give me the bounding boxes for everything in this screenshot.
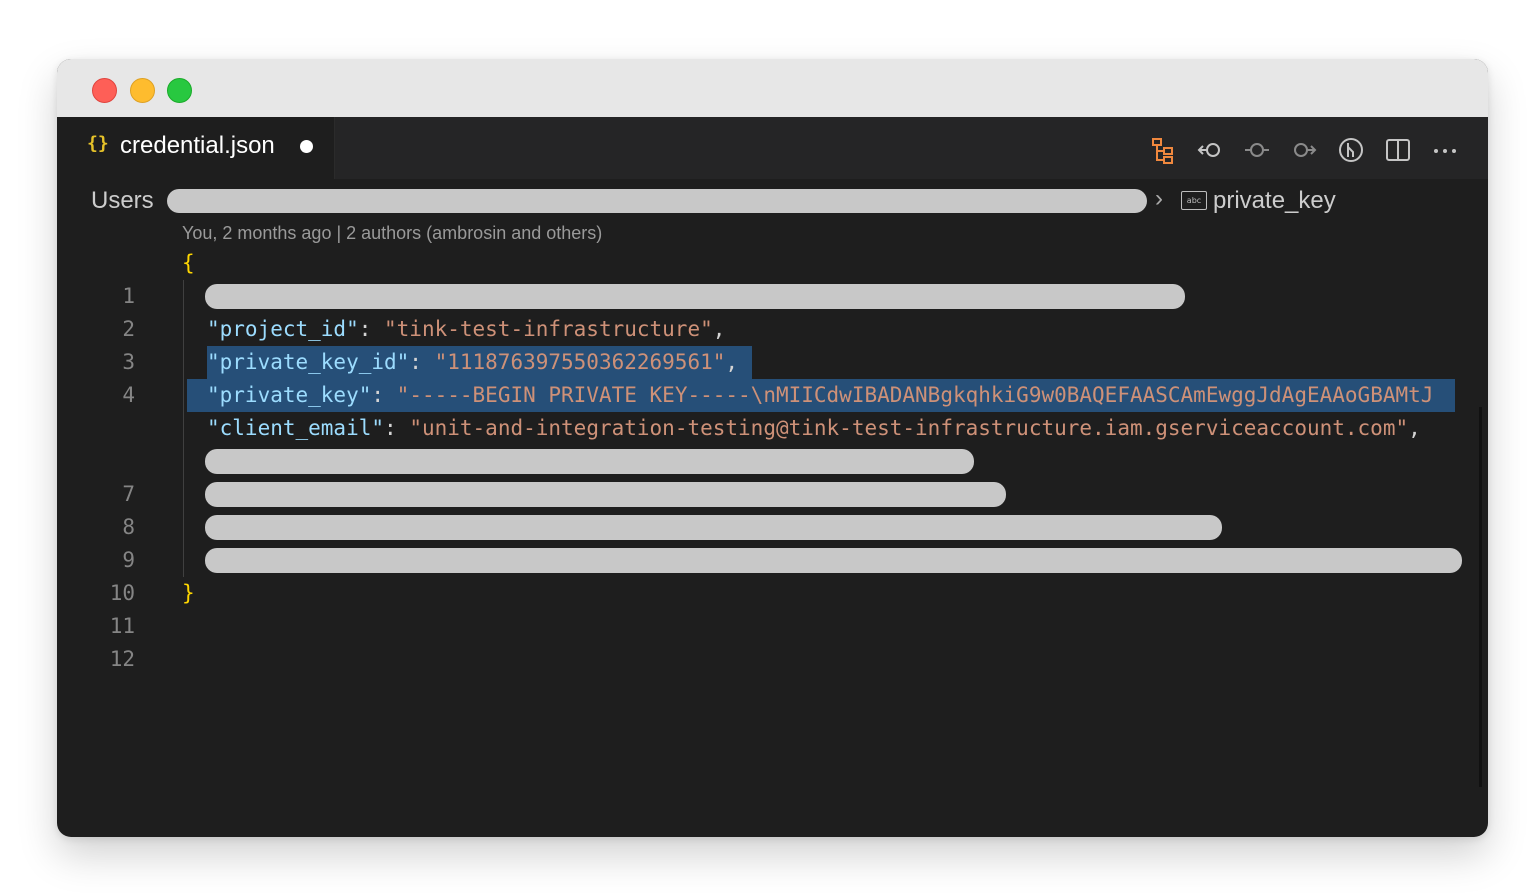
code-editor[interactable]: 1 { 2 3 "project_id": "tink-test-infrast… [57, 247, 1488, 837]
code-line-1[interactable]: 1 { [57, 247, 1488, 308]
go-back-change-icon[interactable] [1195, 135, 1225, 165]
code-line-5[interactable]: 5 "private_key": "-----BEGIN PRIVATE KEY… [57, 379, 1488, 412]
redacted-line [205, 548, 1462, 573]
string-field-icon: abc [1181, 191, 1207, 210]
code-line-12[interactable]: 12 [57, 610, 1488, 671]
code-line-2[interactable]: 2 [57, 280, 1488, 341]
unsaved-changes-dot-icon[interactable] [300, 140, 313, 153]
tab-credential-json[interactable]: {} credential.json [57, 117, 335, 179]
json-key: "private_key" [207, 383, 372, 407]
git-commit-icon[interactable] [1242, 135, 1272, 165]
redacted-line [205, 482, 1006, 507]
close-brace: } [182, 581, 195, 605]
code-line-7[interactable]: 7 [57, 445, 1488, 506]
code-line-11[interactable]: 11 } [57, 577, 1488, 638]
code-line-3[interactable]: 3 "project_id": "tink-test-infrastructur… [57, 313, 1488, 374]
json-key: "private_key_id" [207, 350, 410, 374]
tab-label: credential.json [120, 132, 275, 159]
ellipsis-icon[interactable] [1430, 135, 1460, 165]
editor-window: {} credential.json Users › abc private_k… [57, 59, 1488, 837]
tab-bar: {} credential.json [57, 117, 1488, 179]
zoom-window-button[interactable] [167, 78, 192, 103]
close-window-button[interactable] [92, 78, 117, 103]
breadcrumb: Users › abc private_key [57, 179, 1488, 223]
json-file-icon: {} [87, 133, 109, 154]
json-value: "unit-and-integration-testing@tink-test-… [409, 416, 1409, 440]
json-key: "project_id" [207, 317, 359, 341]
json-key: "client_email" [207, 416, 385, 440]
redacted-line [205, 449, 974, 474]
code-line-9[interactable]: 9 [57, 511, 1488, 572]
breadcrumb-users[interactable]: Users [91, 187, 154, 215]
breadcrumb-private-key[interactable]: private_key [1213, 187, 1336, 215]
redacted-breadcrumb-path [167, 189, 1147, 213]
redacted-line [205, 515, 1222, 540]
json-value: "111876397550362269561" [434, 350, 726, 374]
chevron-right-icon: › [1155, 185, 1163, 212]
code-line-8[interactable]: 8 [57, 478, 1488, 539]
code-line-10[interactable]: 10 [57, 544, 1488, 605]
split-editor-icon[interactable] [1383, 135, 1413, 165]
code-line-4[interactable]: 4 "private_key_id": "1118763975503622695… [57, 346, 1488, 407]
open-brace: { [182, 251, 195, 275]
redacted-line [205, 284, 1185, 309]
json-value: "-----BEGIN PRIVATE KEY-----\nMIICdwIBAD… [396, 383, 1434, 407]
line-number: 12 [109, 647, 135, 671]
json-value: "tink-test-infrastructure" [384, 317, 713, 341]
title-bar [57, 59, 1488, 117]
code-line-6[interactable]: 6 "client_email": "unit-and-integration-… [57, 412, 1488, 445]
type-hierarchy-icon[interactable] [1148, 135, 1178, 165]
git-compare-icon[interactable] [1336, 135, 1366, 165]
vertical-scrollbar[interactable] [1479, 407, 1482, 787]
git-blame-annotation[interactable]: You, 2 months ago | 2 authors (ambrosin … [182, 223, 602, 244]
go-forward-change-icon[interactable] [1289, 135, 1319, 165]
minimize-window-button[interactable] [130, 78, 155, 103]
